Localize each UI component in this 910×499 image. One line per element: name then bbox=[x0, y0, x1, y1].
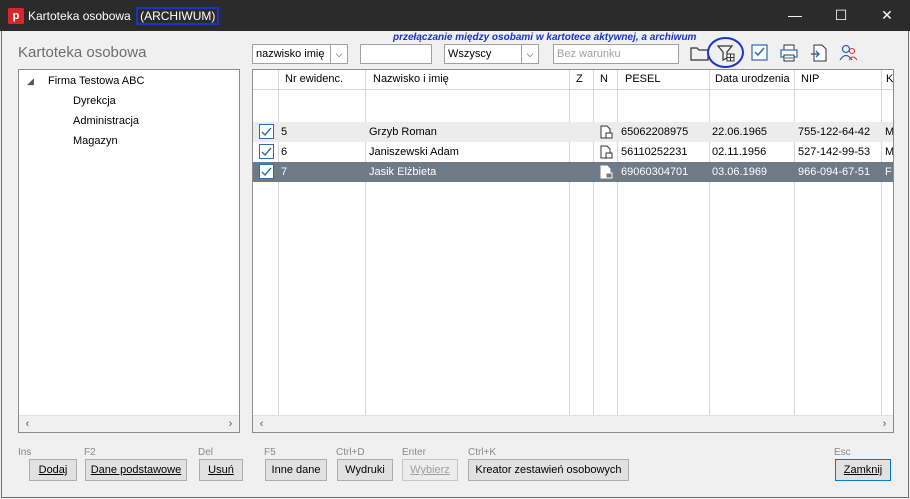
cell-name: Grzyb Roman bbox=[369, 126, 437, 138]
employee-grid[interactable]: Nr ewidenc. Nazwisko i imię Z N PESEL Da… bbox=[252, 69, 894, 433]
grid-scrollbar[interactable]: ‹ › bbox=[253, 415, 893, 432]
hint-usun: Del bbox=[198, 447, 214, 458]
window-title: Kartoteka osobowa (ARCHIWUM) bbox=[28, 7, 220, 25]
section-title: Kartoteka osobowa bbox=[18, 44, 147, 61]
chevron-down-icon[interactable]: ⌵ bbox=[521, 45, 538, 63]
tree-scrollbar[interactable]: ‹ › bbox=[19, 415, 239, 432]
cell-birth: 03.06.1969 bbox=[712, 166, 768, 178]
select-button[interactable]: Wybierz bbox=[402, 459, 458, 481]
row-checkbox[interactable] bbox=[259, 144, 274, 159]
table-row[interactable]: 6 Janiszewski Adam 56110252231 02.11.195… bbox=[253, 142, 893, 162]
header-nip[interactable]: NIP bbox=[801, 70, 879, 89]
cell-nip: 527-142-99-53 bbox=[798, 146, 871, 158]
header-birth[interactable]: Data urodzenia bbox=[715, 70, 793, 89]
sort-combo[interactable]: nazwisko imię ⌵ bbox=[252, 44, 348, 64]
export-icon[interactable] bbox=[808, 42, 830, 64]
cell-birth: 22.06.1965 bbox=[712, 126, 768, 138]
title-bar: p Kartoteka osobowa (ARCHIWUM) — ☐ ✕ bbox=[0, 0, 910, 31]
sort-combo-value: nazwisko imię bbox=[256, 48, 325, 60]
cell-nr: 5 bbox=[281, 126, 288, 138]
cell-nr: 6 bbox=[281, 146, 288, 158]
check-icon[interactable] bbox=[749, 42, 771, 64]
scroll-right-icon[interactable]: › bbox=[222, 416, 239, 432]
report-wizard-button[interactable]: Kreator zestawień osobowych bbox=[468, 459, 629, 481]
search-input[interactable] bbox=[360, 44, 432, 64]
row-checkbox[interactable] bbox=[259, 124, 274, 139]
annotation-text: przełączanie między osobami w kartotece … bbox=[393, 32, 697, 43]
header-nr[interactable]: Nr ewidenc. bbox=[285, 70, 363, 89]
scroll-left-icon[interactable]: ‹ bbox=[19, 416, 36, 432]
chevron-down-icon[interactable]: ⌵ bbox=[330, 45, 347, 63]
cell-nip: 966-094-67-51 bbox=[798, 166, 871, 178]
row-checkbox[interactable] bbox=[259, 164, 274, 179]
cell-nip: 755-122-64-42 bbox=[798, 126, 871, 138]
cell-k: M bbox=[885, 122, 893, 142]
tree-item-administracja[interactable]: Administracja bbox=[73, 115, 139, 127]
window-title-archive: (ARCHIWUM) bbox=[136, 7, 220, 25]
department-tree[interactable]: ◢ Firma Testowa ABC Dyrekcja Administrac… bbox=[18, 69, 240, 433]
hint-dodaj: Ins bbox=[18, 447, 32, 458]
hint-kreator: Ctrl+K bbox=[468, 447, 497, 458]
hint-dane: F2 bbox=[84, 447, 96, 458]
users-icon[interactable] bbox=[837, 42, 859, 64]
cell-nr: 7 bbox=[281, 166, 288, 178]
other-data-button[interactable]: Inne dane bbox=[265, 459, 327, 481]
header-name[interactable]: Nazwisko i imię bbox=[373, 70, 563, 89]
archive-filter-icon[interactable] bbox=[715, 42, 737, 64]
hint-inne: F5 bbox=[264, 447, 276, 458]
document-icon bbox=[599, 165, 613, 179]
tree-collapse-icon[interactable]: ◢ bbox=[27, 76, 34, 87]
header-k[interactable]: K bbox=[886, 70, 893, 89]
group-combo-value: Wszyscy bbox=[448, 48, 492, 60]
close-window-button[interactable]: Zamknij bbox=[835, 459, 891, 481]
cell-name: Jasik Elżbieta bbox=[369, 166, 437, 178]
document-icon bbox=[599, 125, 613, 139]
hint-wydruki: Ctrl+D bbox=[336, 447, 365, 458]
minimize-button[interactable]: — bbox=[772, 0, 818, 31]
condition-input[interactable]: Bez warunku bbox=[553, 44, 679, 64]
cell-birth: 02.11.1956 bbox=[712, 146, 767, 158]
window-title-text: Kartoteka osobowa bbox=[28, 9, 131, 23]
table-row-selected[interactable]: 7 Jasik Elżbieta 69060304701 03.06.1969 … bbox=[253, 162, 893, 182]
scroll-left-icon[interactable]: ‹ bbox=[253, 416, 270, 432]
cell-pesel: 56110252231 bbox=[621, 146, 688, 158]
hint-wybierz: Enter bbox=[402, 447, 426, 458]
header-n[interactable]: N bbox=[600, 70, 614, 89]
tree-root[interactable]: Firma Testowa ABC bbox=[48, 75, 144, 87]
cell-name: Janiszewski Adam bbox=[369, 146, 459, 158]
document-icon bbox=[599, 145, 613, 159]
cell-pesel: 65062208975 bbox=[621, 126, 689, 138]
group-combo[interactable]: Wszyscy ⌵ bbox=[444, 44, 539, 64]
tree-item-dyrekcja[interactable]: Dyrekcja bbox=[73, 95, 116, 107]
header-z[interactable]: Z bbox=[576, 70, 590, 89]
cell-k: M bbox=[885, 142, 893, 162]
tree-item-magazyn[interactable]: Magazyn bbox=[73, 135, 118, 147]
maximize-button[interactable]: ☐ bbox=[818, 0, 864, 31]
table-row[interactable]: 5 Grzyb Roman 65062208975 22.06.1965 755… bbox=[253, 122, 893, 142]
add-button[interactable]: Dodaj bbox=[29, 459, 77, 481]
cell-k: F bbox=[885, 166, 892, 178]
print-icon[interactable] bbox=[778, 42, 800, 64]
close-button[interactable]: ✕ bbox=[864, 0, 910, 31]
prints-button[interactable]: Wydruki bbox=[337, 459, 393, 481]
basic-data-button[interactable]: Dane podstawowe bbox=[85, 459, 187, 481]
delete-button[interactable]: Usuń bbox=[199, 459, 243, 481]
window-body: Kartoteka osobowa przełączanie między os… bbox=[1, 31, 909, 498]
app-icon: p bbox=[8, 8, 24, 24]
hint-zamknij: Esc bbox=[834, 447, 851, 458]
scroll-right-icon[interactable]: › bbox=[876, 416, 893, 432]
header-pesel[interactable]: PESEL bbox=[625, 70, 705, 89]
cell-pesel: 69060304701 bbox=[621, 166, 689, 178]
